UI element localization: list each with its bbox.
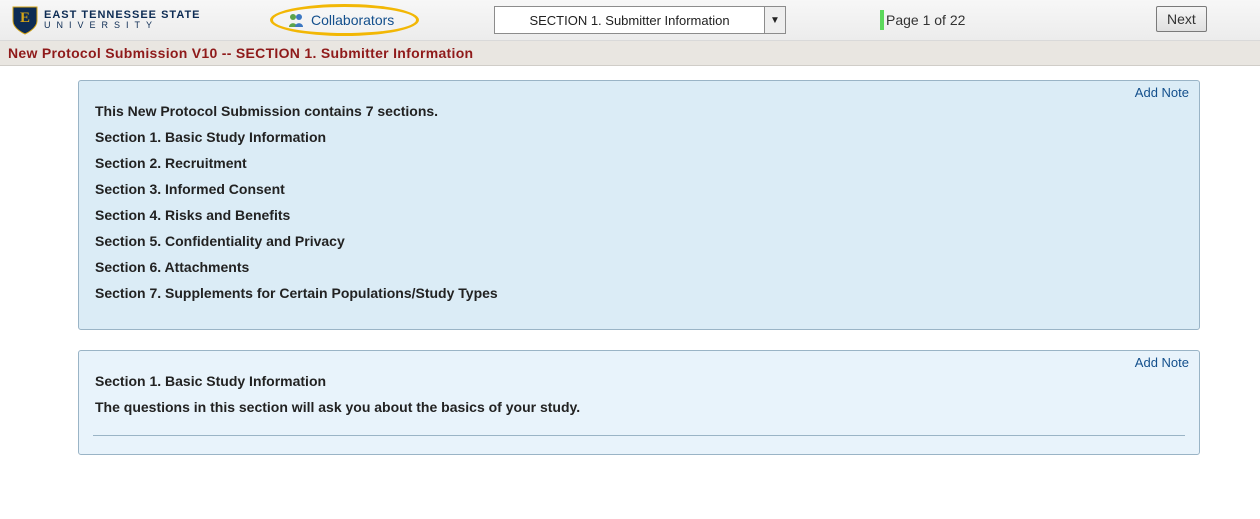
section-list-item: Section 1. Basic Study Information: [95, 129, 1183, 145]
content-area: Add Note This New Protocol Submission co…: [0, 66, 1260, 505]
dropdown-selected-text: SECTION 1. Submitter Information: [495, 7, 764, 33]
add-note-link[interactable]: Add Note: [1135, 355, 1189, 370]
collaborators-button[interactable]: Collaborators: [270, 4, 419, 36]
section-list-item: Section 3. Informed Consent: [95, 181, 1183, 197]
university-logo-text: EAST TENNESSEE STATE UNIVERSITY: [44, 10, 201, 30]
section1-panel: Add Note Section 1. Basic Study Informat…: [78, 350, 1200, 455]
section-list-item: Section 5. Confidentiality and Privacy: [95, 233, 1183, 249]
panel-divider: [93, 435, 1185, 436]
shield-icon: E: [12, 5, 38, 35]
section-dropdown[interactable]: SECTION 1. Submitter Information ▼: [494, 6, 786, 34]
university-logo: E EAST TENNESSEE STATE UNIVERSITY: [8, 5, 205, 35]
section-list-item: Section 7. Supplements for Certain Popul…: [95, 285, 1183, 301]
page-indicator: Page 1 of 22: [880, 0, 965, 40]
section1-title: Section 1. Basic Study Information: [95, 373, 1183, 389]
panel1-intro: This New Protocol Submission contains 7 …: [95, 103, 1183, 119]
section-list-item: Section 2. Recruitment: [95, 155, 1183, 171]
add-note-link[interactable]: Add Note: [1135, 85, 1189, 100]
university-name-line2: UNIVERSITY: [44, 21, 201, 30]
breadcrumb: New Protocol Submission V10 -- SECTION 1…: [0, 41, 1260, 66]
people-icon: [287, 12, 305, 28]
top-toolbar: E EAST TENNESSEE STATE UNIVERSITY Collab…: [0, 0, 1260, 41]
sections-overview-panel: Add Note This New Protocol Submission co…: [78, 80, 1200, 330]
progress-bar-icon: [880, 10, 884, 30]
collaborators-highlight: Collaborators: [270, 0, 419, 40]
page-indicator-text: Page 1 of 22: [886, 12, 965, 28]
collaborators-link[interactable]: Collaborators: [311, 12, 394, 28]
next-button[interactable]: Next: [1156, 6, 1207, 32]
svg-text:E: E: [20, 10, 30, 26]
section-list-item: Section 6. Attachments: [95, 259, 1183, 275]
section1-description: The questions in this section will ask y…: [95, 399, 1183, 415]
section-list-item: Section 4. Risks and Benefits: [95, 207, 1183, 223]
chevron-down-icon[interactable]: ▼: [764, 7, 785, 33]
